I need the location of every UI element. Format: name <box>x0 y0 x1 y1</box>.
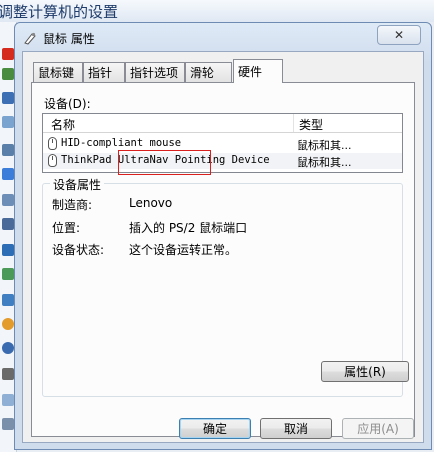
device-list[interactable]: 名称 类型 HID-compliant mouse 鼠标和其... ThinkP… <box>42 113 403 173</box>
group-title: 设备属性 <box>50 176 105 193</box>
app-icon[interactable] <box>2 144 14 156</box>
device-type: 鼠标和其... <box>297 139 352 152</box>
app-icon[interactable] <box>2 368 14 380</box>
device-properties-group: 设备属性 制造商: Lenovo 位置: 插入的 PS/2 鼠标端口 设备状态:… <box>42 176 409 397</box>
tab-label: 硬件 <box>238 65 263 79</box>
ok-button[interactable]: 确定 <box>179 418 251 439</box>
button-label: 取消 <box>283 422 308 436</box>
tab-label: 滑轮 <box>190 66 215 80</box>
app-icon[interactable] <box>2 244 14 256</box>
button-label: 确定 <box>202 422 227 436</box>
devices-label: 设备(D): <box>44 97 91 111</box>
cancel-button[interactable]: 取消 <box>260 418 332 439</box>
close-button[interactable]: ✕ <box>377 25 421 45</box>
chrome-icon[interactable] <box>2 318 14 330</box>
manufacturer-value: Lenovo <box>129 196 173 210</box>
column-divider[interactable] <box>293 114 294 132</box>
flag-icon[interactable] <box>2 168 14 180</box>
dialog-client-area: 鼠标键 指针 指针选项 滑轮 硬件 设备(D): 名称 类型 HID-compl… <box>22 51 424 443</box>
mouse-pointer-icon <box>24 32 36 45</box>
status-value: 这个设备运转正常。 <box>129 243 238 257</box>
tab-label: 鼠标键 <box>38 66 75 80</box>
app-icon[interactable] <box>2 342 14 354</box>
close-icon: ✕ <box>393 28 405 42</box>
tab-wheel[interactable]: 滑轮 <box>185 62 232 82</box>
properties-button[interactable]: 属性(R) <box>321 361 409 382</box>
background-window-title: 调整计算机的设置 <box>0 3 119 21</box>
app-icon[interactable] <box>2 194 14 206</box>
mouse-icon <box>48 154 57 167</box>
flash-icon[interactable] <box>2 48 14 60</box>
background-window-title-bar: 调整计算机的设置 <box>0 0 434 22</box>
button-label: 属性(R) <box>344 365 386 379</box>
device-name: HID-compliant mouse <box>61 137 182 149</box>
column-header-name[interactable]: 名称 <box>51 116 75 133</box>
status-label: 设备状态: <box>52 243 105 257</box>
tab-pointers[interactable]: 指针 <box>83 62 125 82</box>
tab-label: 指针 <box>88 66 113 80</box>
app-icon[interactable] <box>2 92 14 104</box>
app-icon[interactable] <box>2 294 14 306</box>
apply-button[interactable]: 应用(A) <box>342 418 414 439</box>
device-type: 鼠标和其... <box>297 156 352 169</box>
location-label: 位置: <box>52 221 81 235</box>
mouse-properties-dialog: 鼠标 属性 ✕ 鼠标键 指针 指针选项 滑轮 硬件 设备(D): 名称 类型 H… <box>14 22 432 450</box>
annotation-highlight-box <box>118 150 211 175</box>
mouse-icon <box>48 137 57 150</box>
app-icon[interactable] <box>2 68 14 80</box>
tab-label: 指针选项 <box>130 66 179 80</box>
app-icon[interactable] <box>2 394 14 406</box>
dialog-title-bar[interactable]: 鼠标 属性 <box>23 27 95 49</box>
dialog-title: 鼠标 属性 <box>43 31 95 46</box>
hardware-tab-panel: 设备(D): 名称 类型 HID-compliant mouse 鼠标和其...… <box>31 82 415 437</box>
app-icon[interactable] <box>2 268 14 280</box>
tab-hardware[interactable]: 硬件 <box>233 59 283 83</box>
device-row[interactable]: HID-compliant mouse 鼠标和其... <box>43 136 402 152</box>
list-header: 名称 类型 <box>43 114 402 133</box>
app-icon[interactable] <box>2 418 14 430</box>
tab-mouse-buttons[interactable]: 鼠标键 <box>33 62 83 82</box>
app-icon[interactable] <box>2 218 14 230</box>
device-row[interactable]: ThinkPad UltraNav Pointing Device 鼠标和其..… <box>43 153 402 169</box>
app-icon[interactable] <box>2 116 14 128</box>
manufacturer-label: 制造商: <box>52 198 93 212</box>
location-value: 插入的 PS/2 鼠标端口 <box>129 221 248 235</box>
column-header-type[interactable]: 类型 <box>299 116 323 133</box>
tab-pointer-options[interactable]: 指针选项 <box>125 62 185 82</box>
button-label: 应用(A) <box>357 422 399 436</box>
